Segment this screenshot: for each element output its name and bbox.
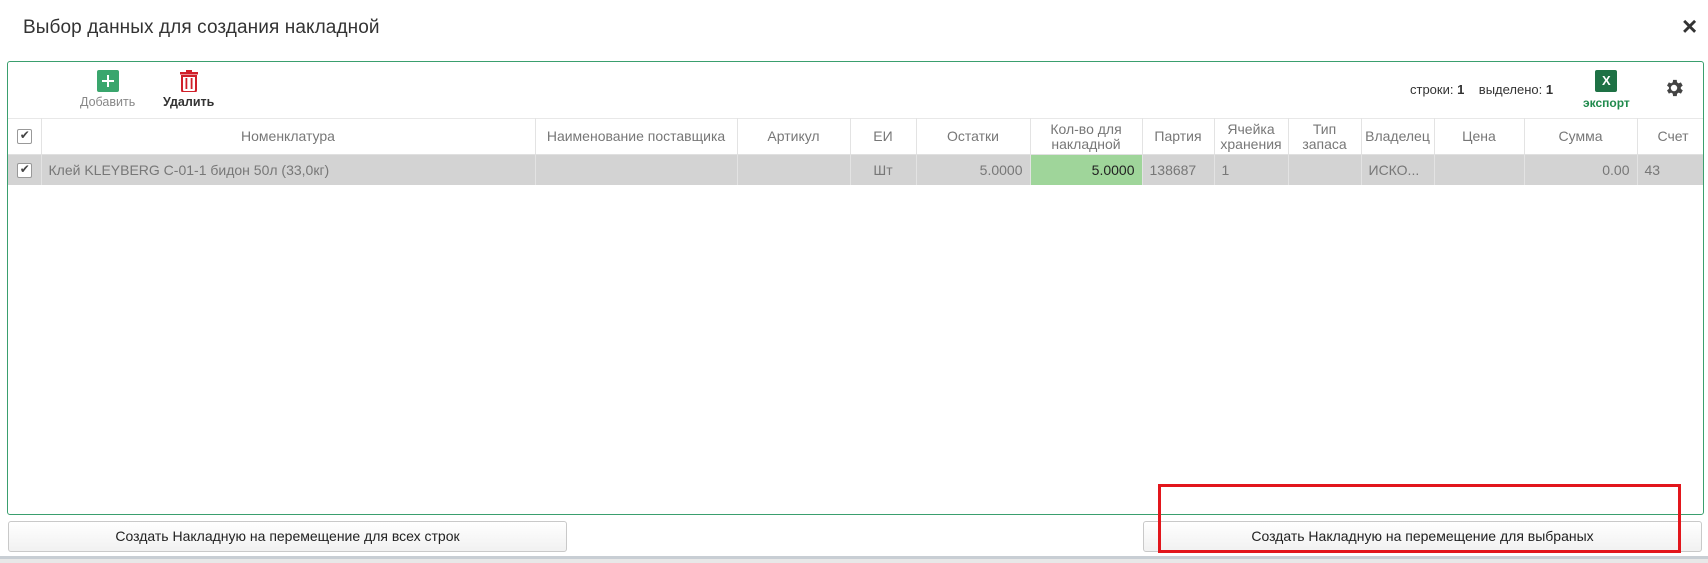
column-header[interactable]: Ячейка хранения	[1214, 118, 1289, 155]
selected-label: выделено:	[1478, 82, 1543, 97]
add-button[interactable]: Добавить	[80, 70, 135, 109]
column-header[interactable]: Наименование поставщика	[535, 118, 738, 155]
column-header[interactable]: Цена	[1434, 118, 1525, 155]
select-all-checkbox[interactable]	[16, 128, 32, 145]
create-all-button[interactable]: Создать Накладную на перемещение для все…	[8, 521, 567, 552]
cell-stock-type[interactable]	[1288, 154, 1362, 185]
dialog: Выбор данных для создания накладной × До…	[0, 0, 1708, 559]
export-label: экспорт	[1583, 96, 1630, 110]
data-table: Номенклатура Наименование поставщика Арт…	[8, 118, 1703, 185]
row-select-cell[interactable]	[8, 154, 42, 185]
column-header[interactable]: Сумма	[1524, 118, 1638, 155]
close-icon[interactable]: ×	[1682, 13, 1697, 39]
rows-label: строки:	[1410, 82, 1454, 97]
cell-stock[interactable]: 5.0000	[916, 154, 1031, 185]
cell-batch[interactable]: 138687	[1142, 154, 1215, 185]
plus-icon	[96, 70, 119, 92]
cell-account[interactable]: 43	[1637, 154, 1703, 185]
excel-icon: X	[1595, 70, 1618, 92]
column-header[interactable]: Владелец	[1361, 118, 1435, 155]
delete-label: Удалить	[163, 95, 215, 109]
table-header-row: Номенклатура Наименование поставщика Арт…	[8, 118, 1703, 155]
cell-unit[interactable]: Шт	[850, 154, 917, 185]
cell-sum[interactable]: 0.00	[1524, 154, 1638, 185]
selected-count: 1	[1545, 82, 1554, 97]
column-header[interactable]: Тип запаса	[1288, 118, 1362, 155]
column-header[interactable]: Артикул	[737, 118, 851, 155]
cell-owner[interactable]: ИСКО...	[1361, 154, 1435, 185]
cell-qty[interactable]: 5.0000	[1030, 154, 1143, 185]
cell-article[interactable]	[737, 154, 851, 185]
column-header[interactable]: Партия	[1142, 118, 1215, 155]
cell-storage-cell[interactable]: 1	[1214, 154, 1289, 185]
column-header[interactable]: ЕИ	[850, 118, 917, 155]
row-checkbox[interactable]	[16, 162, 32, 179]
delete-button[interactable]: Удалить	[163, 70, 214, 109]
trash-icon	[179, 70, 198, 92]
column-header[interactable]: Номенклатура	[41, 118, 536, 155]
row-counts: строки: 1 выделено: 1	[1410, 82, 1553, 97]
data-panel: Добавить Удалить строки: 1 выделено: 1 X…	[7, 61, 1704, 515]
column-header[interactable]: Остатки	[916, 118, 1031, 155]
dialog-title: Выбор данных для создания накладной	[23, 17, 380, 38]
cell-nomenclature[interactable]: Клей KLEYBERG С-01-1 бидон 50л (33,0кг)	[41, 154, 536, 185]
cell-price[interactable]	[1434, 154, 1525, 185]
create-selected-button[interactable]: Создать Накладную на перемещение для выб…	[1143, 521, 1702, 552]
column-header[interactable]: Счет	[1637, 118, 1703, 155]
column-header[interactable]: Кол-во для накладной	[1030, 118, 1143, 155]
select-all-header[interactable]	[8, 118, 42, 155]
cell-supplier-name[interactable]	[535, 154, 738, 185]
export-button[interactable]: X экспорт	[1583, 70, 1630, 110]
rows-count: 1	[1457, 82, 1465, 97]
table-row[interactable]: Клей KLEYBERG С-01-1 бидон 50л (33,0кг) …	[8, 154, 1703, 185]
gear-icon[interactable]	[1663, 77, 1685, 99]
add-label: Добавить	[80, 95, 136, 109]
